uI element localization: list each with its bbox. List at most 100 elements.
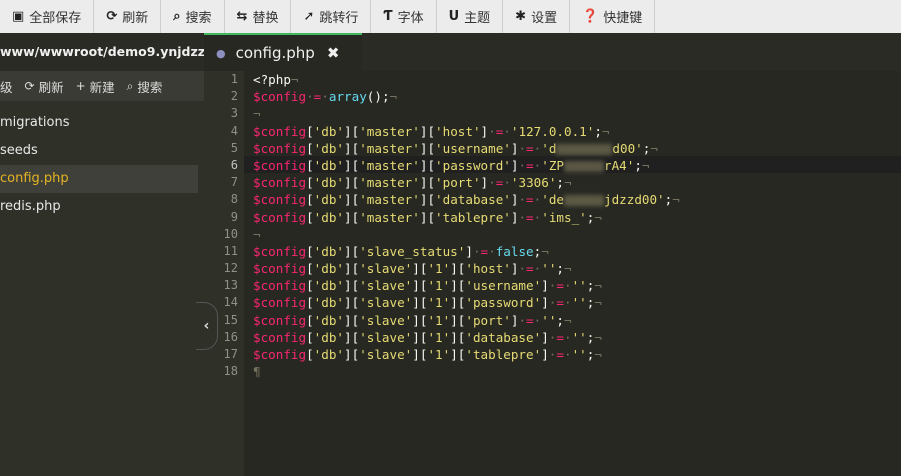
code-token: $config (253, 347, 307, 362)
toolbar-button-4[interactable]: ➚ 跳转行 (291, 0, 372, 33)
file-item[interactable]: migrations (0, 109, 198, 137)
code-token: = (526, 261, 534, 277)
code-token: ][ (412, 261, 428, 277)
sidebar-action-3[interactable]: ⌕ 搜索 (127, 77, 163, 96)
code-token: 'master' (359, 157, 420, 173)
code-token: 'db' (313, 157, 345, 173)
sidebar-action-1[interactable]: ⟳ 刷新 (25, 77, 64, 96)
font-icon: Ƭ (383, 9, 393, 24)
code-token: [ (306, 347, 314, 362)
code-token: [ (306, 329, 314, 345)
toolbar-button-3[interactable]: ⇆ 替换 (225, 0, 292, 33)
code-token: array (328, 89, 367, 105)
code-token: '1' (427, 261, 451, 277)
code-token: [ (306, 278, 314, 294)
code-token: ; (556, 312, 564, 328)
code-token: = (526, 192, 534, 208)
code-token: ¬ (253, 226, 261, 242)
code-token: d00' (612, 140, 643, 156)
code-token: ][ (344, 175, 360, 191)
sidebar-action-0[interactable]: 级 (0, 77, 13, 96)
code-token: ] (541, 347, 549, 362)
code-token: 'ims_' (541, 209, 587, 225)
toolbar-button-2[interactable]: ⌕ 搜索 (161, 0, 225, 33)
file-item[interactable]: seeds (0, 137, 198, 165)
code-token: $config (253, 243, 307, 259)
code-token: 'database' (465, 329, 542, 345)
code-token: ][ (419, 175, 436, 191)
code-token: 'de (541, 192, 564, 208)
code-token: · (518, 192, 527, 208)
code-token: 'master' (359, 123, 420, 139)
file-sidebar: www/wwwroot/demo9.ynjdzzd... 级⟳刷新+新建⌕搜索 … (0, 33, 204, 476)
code-token: [ (306, 312, 314, 328)
code-token: '1' (427, 329, 451, 345)
toolbar-button-1[interactable]: ⟳ 刷新 (94, 0, 162, 33)
toolbar-button-8[interactable]: ❓ 快捷键 (570, 0, 656, 33)
code-token: '127.0.0.1' (510, 123, 595, 139)
code-token: ¬ (564, 312, 572, 328)
code-line: $config['db']['slave']['1']['database']·… (253, 329, 901, 346)
code-token: = (526, 140, 534, 156)
code-token: 'db' (313, 347, 345, 362)
code-token: = (556, 347, 564, 362)
toolbar-button-label: 搜索 (185, 11, 212, 26)
code-token: '1' (427, 312, 451, 328)
code-line: $config['db']['master']['port']·=·'3306'… (253, 174, 901, 191)
editor-toolbar: ▣ 全部保存 ⟳ 刷新 ⌕ 搜索 ⇆ 替换 ➚ 跳转行 Ƭ 字体 U 主题 ✱ 设置 ❓ 快捷键 (0, 0, 901, 34)
code-token: ] (541, 329, 549, 345)
file-item[interactable]: config.php (0, 165, 198, 193)
code-token: = (526, 157, 534, 173)
code-token: '1' (427, 295, 451, 311)
code-token: 'ZP (541, 157, 564, 173)
redacted-text (563, 160, 604, 172)
settings-icon: ✱ (515, 9, 527, 24)
code-token: 'db' (313, 123, 345, 139)
code-token: 'slave' (359, 347, 413, 362)
collapse-sidebar-button[interactable]: ‹ (196, 302, 218, 350)
code-token: ][ (344, 243, 360, 259)
tab-config-php[interactable]: ● config.php ✖ (204, 33, 362, 71)
code-token: jdzzd00' (603, 192, 665, 208)
code-token: · (472, 243, 481, 259)
code-line: $config·=·array();¬ (253, 88, 901, 105)
code-token: 'password' (465, 295, 542, 311)
code-token: ¬ (389, 89, 398, 105)
line-number: 7 (230, 175, 238, 190)
toolbar-button-6[interactable]: U 主题 (437, 0, 504, 33)
code-token: ; (634, 157, 642, 173)
close-tab-icon[interactable]: ✖ (327, 44, 340, 62)
code-token: ][ (344, 295, 360, 311)
code-token: $config (253, 329, 307, 345)
code-area[interactable]: <?php¬ $config·=·array();¬ ¬ $config['db'][… (253, 71, 901, 380)
code-token: ][ (419, 192, 436, 208)
code-token: 'db' (313, 192, 345, 208)
code-token: 'db' (313, 243, 345, 259)
code-token: 'slave' (359, 261, 413, 277)
file-item[interactable]: redis.php (0, 193, 198, 221)
line-number: 3 (230, 106, 238, 121)
toolbar-button-7[interactable]: ✱ 设置 (503, 0, 571, 33)
code-token: · (563, 278, 572, 294)
sidebar-action-label: 级 (0, 79, 13, 95)
code-token: ][ (344, 329, 360, 345)
code-token: [ (306, 175, 314, 191)
line-number: 11 (223, 243, 238, 258)
line-number-gutter: 1 2 3 4 5 6 7 8 9 10 11 12 13 14 15 16 17 18 (204, 71, 244, 476)
toolbar-button-0[interactable]: ▣ 全部保存 (0, 0, 95, 33)
code-token: ][ (450, 347, 466, 362)
plus-icon: + (75, 79, 86, 93)
sidebar-actions: 级 ⟳ 刷新 + 新建 ⌕ 搜索 (0, 71, 204, 101)
current-path: www/wwwroot/demo9.ynjdzzd... (0, 33, 204, 71)
code-token: '' (541, 261, 557, 277)
code-token: ][ (344, 157, 360, 173)
code-token: ; (556, 175, 564, 191)
code-token: 'db' (313, 312, 345, 328)
sidebar-action-2[interactable]: + 新建 (76, 77, 115, 96)
toolbar-button-5[interactable]: Ƭ 字体 (371, 0, 437, 33)
code-token: $config (253, 261, 307, 277)
code-token: 'tablepre' (435, 209, 511, 225)
theme-icon: U (448, 9, 460, 24)
code-token: 'password' (435, 157, 511, 173)
code-token: $config (253, 123, 307, 139)
